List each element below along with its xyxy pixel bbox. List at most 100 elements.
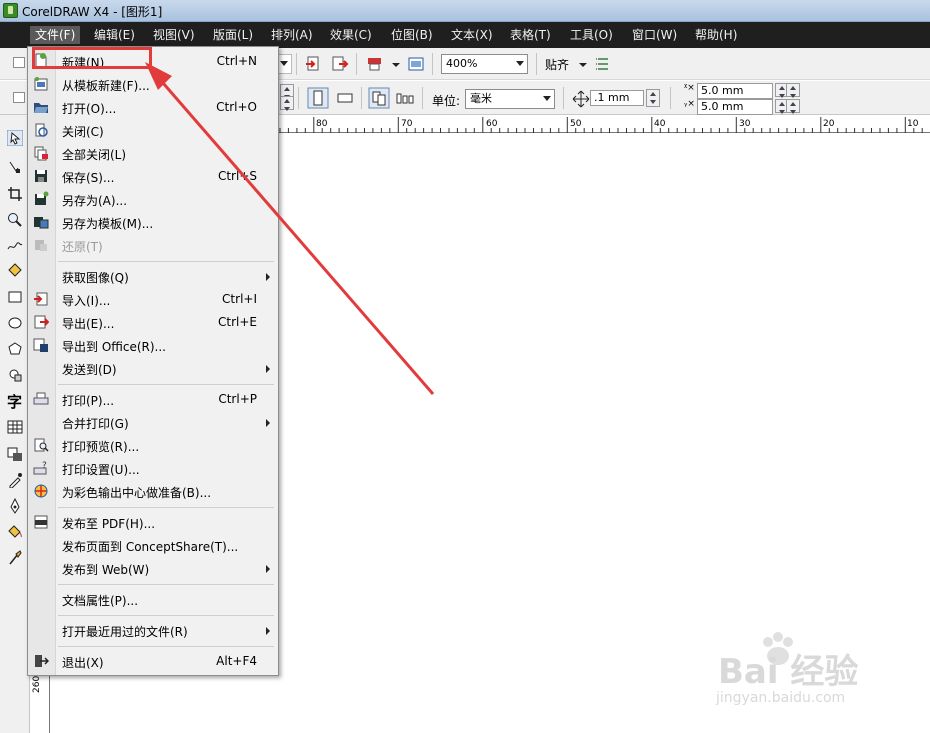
zoom-tool-icon[interactable] <box>7 212 23 228</box>
crop-tool-icon[interactable] <box>7 186 23 202</box>
fill-tool-icon[interactable] <box>7 524 23 540</box>
menu-tools[interactable]: 工具(O) <box>565 26 618 44</box>
interactive-fill-tool-icon[interactable] <box>7 550 23 566</box>
export-icon[interactable] <box>331 55 349 73</box>
menu-window[interactable]: 窗口(W) <box>627 26 682 44</box>
menu-bitmaps[interactable]: 位图(B) <box>386 26 438 44</box>
import-icon[interactable] <box>305 55 323 73</box>
menu-item-document-properties[interactable]: 文档属性(P)... <box>28 588 278 611</box>
paper-type-icon[interactable] <box>13 92 25 103</box>
shape-tool-icon[interactable] <box>7 160 23 176</box>
text-tool-icon[interactable]: 字 <box>7 393 23 409</box>
menu-item-revert: 还原(T) <box>28 234 278 257</box>
menu-item-print[interactable]: 打印(P)... Ctrl+P <box>28 388 278 411</box>
menu-text[interactable]: 文本(X) <box>446 26 498 44</box>
print-setup-icon: ? <box>33 461 47 475</box>
print-preview-icon <box>34 438 49 452</box>
watermark-url: jingyan.baidu.com <box>716 690 846 706</box>
smart-fill-tool-icon[interactable] <box>7 262 23 278</box>
menu-layout[interactable]: 版面(L) <box>208 26 258 44</box>
window-title: CorelDRAW X4 - [图形1] <box>22 5 163 19</box>
menu-item-send-to[interactable]: 发送到(D) <box>28 357 278 380</box>
svg-text:字: 字 <box>7 393 22 409</box>
menu-table[interactable]: 表格(T) <box>505 26 556 44</box>
table-tool-icon[interactable] <box>7 419 23 435</box>
menu-item-print-preview[interactable]: 打印预览(R)... <box>28 434 278 457</box>
menu-item-publish-conceptshare[interactable]: 发布页面到 ConceptShare(T)... <box>28 534 278 557</box>
ellipse-tool-icon[interactable] <box>7 315 23 331</box>
duplicate-x-spinner-2[interactable] <box>786 83 800 98</box>
menu-separator <box>58 646 274 647</box>
toolbar-separator <box>356 53 357 75</box>
page-height-spinner[interactable] <box>280 96 294 111</box>
units-select[interactable]: 毫米 <box>465 89 555 109</box>
menu-item-publish-web[interactable]: 发布到 Web(W) <box>28 557 278 580</box>
options-icon[interactable] <box>594 55 612 73</box>
rectangle-tool-icon[interactable] <box>7 289 23 305</box>
menu-item-acquire-image[interactable]: 获取图像(Q) <box>28 265 278 288</box>
menu-item-import[interactable]: 导入(I)... Ctrl+I <box>28 288 278 311</box>
undo-dropdown[interactable] <box>278 54 292 74</box>
duplicate-x-input[interactable]: 5.0 mm <box>697 83 773 99</box>
toolbar-separator <box>298 87 299 109</box>
menu-item-open[interactable]: 打开(O)... Ctrl+O <box>28 96 278 119</box>
menu-item-save-as-template[interactable]: 另存为模板(M)... <box>28 211 278 234</box>
freehand-tool-icon[interactable] <box>7 237 23 253</box>
menu-item-recent-files[interactable]: 打开最近用过的文件(R) <box>28 619 278 642</box>
landscape-icon[interactable] <box>334 87 356 109</box>
pdf-icon <box>34 515 48 529</box>
snap-to-label[interactable]: 贴齐 <box>545 56 569 73</box>
pick-tool-icon[interactable] <box>7 130 23 146</box>
submenu-arrow-icon <box>266 565 270 573</box>
all-pages-icon[interactable] <box>368 87 390 109</box>
menu-item-export-office[interactable]: 导出到 Office(R)... <box>28 334 278 357</box>
basic-shapes-tool-icon[interactable] <box>7 367 23 383</box>
menu-item-print-setup[interactable]: ? 打印设置(U)... <box>28 457 278 480</box>
dropdown-arrow-icon[interactable] <box>387 55 405 73</box>
menu-item-export[interactable]: 导出(E)... Ctrl+E <box>28 311 278 334</box>
nudge-spinner[interactable] <box>646 89 660 107</box>
nudge-distance-input[interactable]: .1 mm <box>590 90 644 106</box>
ruler-label-50: 50 <box>570 119 582 129</box>
outline-tool-icon[interactable] <box>7 498 23 514</box>
portrait-icon[interactable] <box>307 87 329 109</box>
save-icon <box>35 170 47 182</box>
menu-effects[interactable]: 效果(C) <box>325 26 377 44</box>
menu-item-save-as[interactable]: 另存为(A)... <box>28 188 278 211</box>
menu-item-exit[interactable]: 退出(X) Alt+F4 <box>28 650 278 673</box>
menu-item-close[interactable]: 关闭(C) <box>28 119 278 142</box>
duplicate-y-spinner-2[interactable] <box>786 99 800 114</box>
menu-file[interactable]: 文件(F) <box>30 26 81 44</box>
menu-item-prepare-color-output[interactable]: 为彩色输出中心做准备(B)... <box>28 480 278 503</box>
welcome-screen-icon[interactable] <box>407 55 425 73</box>
menu-arrange[interactable]: 排列(A) <box>266 26 318 44</box>
eyedropper-tool-icon[interactable] <box>7 472 23 488</box>
menu-view[interactable]: 视图(V) <box>148 26 200 44</box>
svg-text:?: ? <box>42 461 47 471</box>
menu-item-close-all[interactable]: 全部关闭(L) <box>28 142 278 165</box>
zoom-level-select[interactable]: 400% <box>441 54 528 74</box>
menu-help[interactable]: 帮助(H) <box>690 26 742 44</box>
watermark-text: Bai 经验 <box>718 652 859 692</box>
menu-item-publish-pdf[interactable]: 发布至 PDF(H)... <box>28 511 278 534</box>
polygon-tool-icon[interactable] <box>7 341 23 357</box>
interactive-effects-tool-icon[interactable] <box>7 446 23 462</box>
units-label: 单位: <box>432 94 461 108</box>
menu-item-save[interactable]: 保存(S)... Ctrl+S <box>28 165 278 188</box>
duplicate-y-input[interactable]: 5.0 mm <box>697 99 773 115</box>
menu-item-new-from-template[interactable]: 从模板新建(F)... <box>28 73 278 96</box>
ruler-label-60: 60 <box>486 119 498 129</box>
new-icon[interactable] <box>13 57 25 68</box>
application-launcher-icon[interactable] <box>366 55 384 73</box>
nudge-icon <box>572 90 590 108</box>
toolbar-separator <box>563 87 564 109</box>
current-page-icon[interactable] <box>394 87 416 109</box>
export-office-icon <box>33 338 48 352</box>
menu-item-print-merge[interactable]: 合并打印(G) <box>28 411 278 434</box>
annotation-highlight-box <box>32 47 152 69</box>
snap-dropdown-icon[interactable] <box>574 55 592 73</box>
toolbar-separator <box>361 87 362 109</box>
menu-edit[interactable]: 编辑(E) <box>89 26 140 44</box>
duplicate-x-icon: ᵡ× <box>684 83 695 93</box>
ruler-label-10: 10 <box>907 119 919 129</box>
